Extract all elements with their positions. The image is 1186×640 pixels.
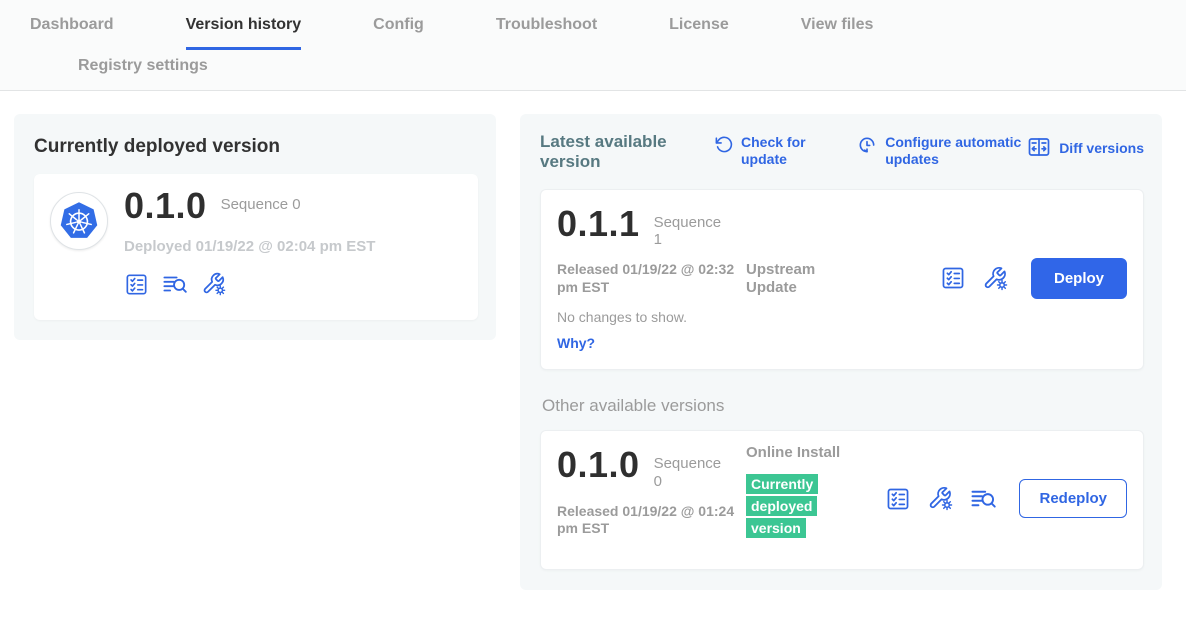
- no-changes-text: No changes to show.: [557, 309, 1127, 325]
- current-sequence-label: Sequence 0: [221, 196, 301, 213]
- currently-deployed-badge: Currently deployed version: [746, 474, 818, 537]
- currently-deployed-details: 0.1.0 Sequence 0 Deployed 01/19/22 @ 02:…: [124, 188, 375, 306]
- check-for-update-link[interactable]: Check for update: [714, 134, 829, 168]
- preflight-checklist-icon[interactable]: [940, 265, 966, 291]
- deployed-timestamp: Deployed 01/19/22 @ 02:04 pm EST: [124, 238, 375, 255]
- currently-deployed-card: 0.1.0 Sequence 0 Deployed 01/19/22 @ 02:…: [34, 174, 478, 320]
- latest-sequence-label: Sequence 1: [654, 214, 726, 249]
- configure-automatic-updates-label: Configure automatic updates: [885, 134, 1027, 168]
- currently-deployed-panel: Currently deployed version 0.1.0 Sequenc…: [14, 114, 496, 340]
- tab-license[interactable]: License: [669, 16, 729, 47]
- available-versions-panel: Latest available version Check for updat…: [520, 114, 1162, 590]
- check-for-update-label: Check for update: [741, 134, 829, 168]
- online-install-label: Online Install: [746, 444, 840, 461]
- currently-deployed-badge-wrap: Currently deployed version: [746, 474, 826, 539]
- preflight-checklist-icon[interactable]: [124, 272, 149, 297]
- release-notes-icon[interactable]: [970, 485, 997, 512]
- why-link[interactable]: Why?: [557, 335, 595, 351]
- other-card-actions: Redeploy: [885, 479, 1127, 518]
- tab-troubleshoot[interactable]: Troubleshoot: [496, 16, 597, 47]
- tab-registry-settings[interactable]: Registry settings: [78, 57, 208, 75]
- latest-available-title: Latest available version: [540, 132, 678, 173]
- config-wrench-icon[interactable]: [982, 265, 1009, 292]
- refresh-icon: [714, 134, 733, 158]
- latest-version-number: 0.1.1: [557, 206, 640, 242]
- kubernetes-logo: [50, 192, 108, 250]
- top-nav: Dashboard Version history Config Trouble…: [0, 0, 1186, 91]
- config-wrench-icon[interactable]: [927, 485, 954, 512]
- other-sequence-label: Sequence 0: [654, 455, 726, 490]
- configure-automatic-updates-link[interactable]: Configure automatic updates: [857, 134, 1027, 168]
- latest-source-label: Upstream Update: [746, 261, 851, 297]
- tab-dashboard[interactable]: Dashboard: [30, 16, 114, 47]
- latest-version-card: 0.1.1 Sequence 1 Released 01/19/22 @ 02:…: [540, 189, 1144, 371]
- schedule-icon: [857, 134, 877, 159]
- available-versions-header: Latest available version Check for updat…: [540, 132, 1144, 173]
- other-source-label: Online Install Currently deployed versio…: [746, 444, 851, 539]
- redeploy-button[interactable]: Redeploy: [1019, 479, 1127, 518]
- other-released-timestamp: Released 01/19/22 @ 01:24 pm EST: [557, 503, 737, 538]
- diff-versions-label: Diff versions: [1059, 140, 1144, 157]
- diff-icon: [1027, 134, 1051, 163]
- other-version-card: 0.1.0 Sequence 0 Released 01/19/22 @ 01:…: [540, 430, 1144, 570]
- other-available-versions-title: Other available versions: [542, 396, 1144, 416]
- deploy-button[interactable]: Deploy: [1031, 258, 1127, 299]
- preflight-checklist-icon[interactable]: [885, 486, 911, 512]
- primary-tab-row: Dashboard Version history Config Trouble…: [30, 16, 1186, 50]
- diff-versions-link[interactable]: Diff versions: [1027, 134, 1144, 163]
- current-version-number: 0.1.0: [124, 188, 207, 224]
- secondary-tab-row: Registry settings: [30, 50, 1186, 90]
- latest-released-timestamp: Released 01/19/22 @ 02:32 pm EST: [557, 261, 737, 296]
- release-notes-icon[interactable]: [162, 271, 188, 297]
- tab-config[interactable]: Config: [373, 16, 424, 47]
- tab-version-history[interactable]: Version history: [186, 16, 302, 50]
- tab-view-files[interactable]: View files: [801, 16, 874, 47]
- latest-card-actions: Deploy: [940, 258, 1127, 299]
- config-wrench-icon[interactable]: [201, 271, 227, 297]
- currently-deployed-title: Currently deployed version: [34, 136, 478, 158]
- main-content: Currently deployed version 0.1.0 Sequenc…: [0, 91, 1186, 590]
- other-version-number: 0.1.0: [557, 447, 640, 483]
